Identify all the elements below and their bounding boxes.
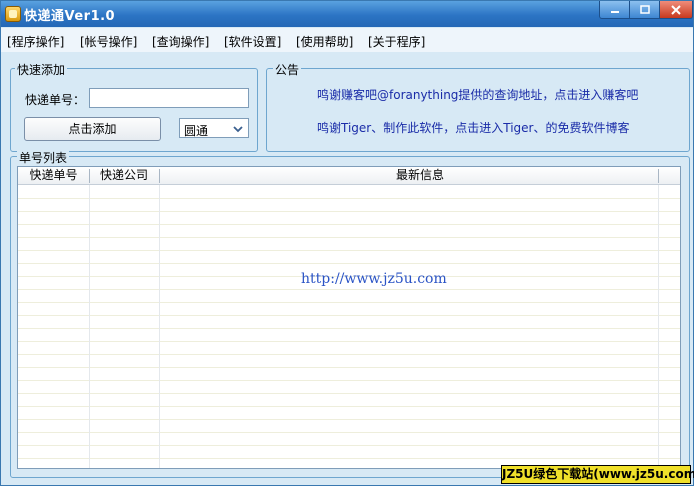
notice-group: 公告	[266, 61, 690, 152]
column-header-latest-info[interactable]: 最新信息	[159, 167, 680, 185]
courier-company-value: 圆通	[184, 124, 209, 138]
tracking-list[interactable]: 快递单号 快递公司 最新信息 http://www.jz5u.com	[17, 166, 681, 469]
column-header-courier-company[interactable]: 快递公司	[89, 167, 159, 185]
menu-about[interactable]: [关于程序]	[368, 33, 425, 50]
quick-add-title: 快速添加	[15, 61, 68, 78]
column-gridline	[658, 185, 659, 468]
main-window: 快递通Ver1.0 [程序操作] [帐号操作] [查询操作] [软件设置] [使…	[0, 0, 694, 486]
menu-bar: [程序操作] [帐号操作] [查询操作] [软件设置] [使用帮助] [关于程序…	[1, 28, 693, 52]
menu-program[interactable]: [程序操作]	[7, 33, 64, 50]
column-divider[interactable]	[159, 169, 160, 183]
column-gridline	[159, 185, 160, 468]
close-icon	[671, 5, 681, 15]
tracking-list-title: 单号列表	[17, 149, 70, 166]
close-button[interactable]	[659, 1, 693, 19]
menu-help[interactable]: [使用帮助]	[296, 33, 353, 50]
minimize-button[interactable]	[599, 1, 630, 19]
tracking-number-input[interactable]	[89, 88, 249, 108]
window-title: 快递通Ver1.0	[24, 9, 116, 24]
title-bar[interactable]: 快递通Ver1.0	[1, 1, 693, 27]
minimize-icon	[610, 11, 619, 13]
chevron-down-icon	[233, 126, 243, 133]
menu-settings[interactable]: [软件设置]	[224, 33, 281, 50]
menu-account[interactable]: [帐号操作]	[80, 33, 137, 50]
site-badge: JZ5U绿色下载站(www.jz5u.com)	[501, 465, 694, 484]
column-header-tracking-number[interactable]: 快递单号	[18, 167, 89, 185]
courier-company-select[interactable]: 圆通	[179, 118, 249, 138]
menu-query[interactable]: [查询操作]	[152, 33, 209, 50]
maximize-icon	[639, 5, 650, 14]
maximize-button[interactable]	[629, 1, 660, 19]
column-divider[interactable]	[658, 169, 659, 183]
watermark-url: http://www.jz5u.com	[301, 271, 447, 287]
column-gridline	[89, 185, 90, 468]
notice-link-tiger-blog[interactable]: 鸣谢Tiger、制作此软件，点击进入Tiger、的免费软件博客	[317, 119, 629, 136]
notice-link-zhuankeba[interactable]: 鸣谢赚客吧@foranything提供的查询地址，点击进入赚客吧	[317, 86, 638, 103]
column-divider[interactable]	[89, 169, 90, 183]
app-icon	[5, 6, 21, 22]
add-button[interactable]: 点击添加	[24, 117, 161, 141]
notice-title: 公告	[273, 61, 302, 78]
tracking-number-label: 快递单号：	[25, 93, 86, 107]
